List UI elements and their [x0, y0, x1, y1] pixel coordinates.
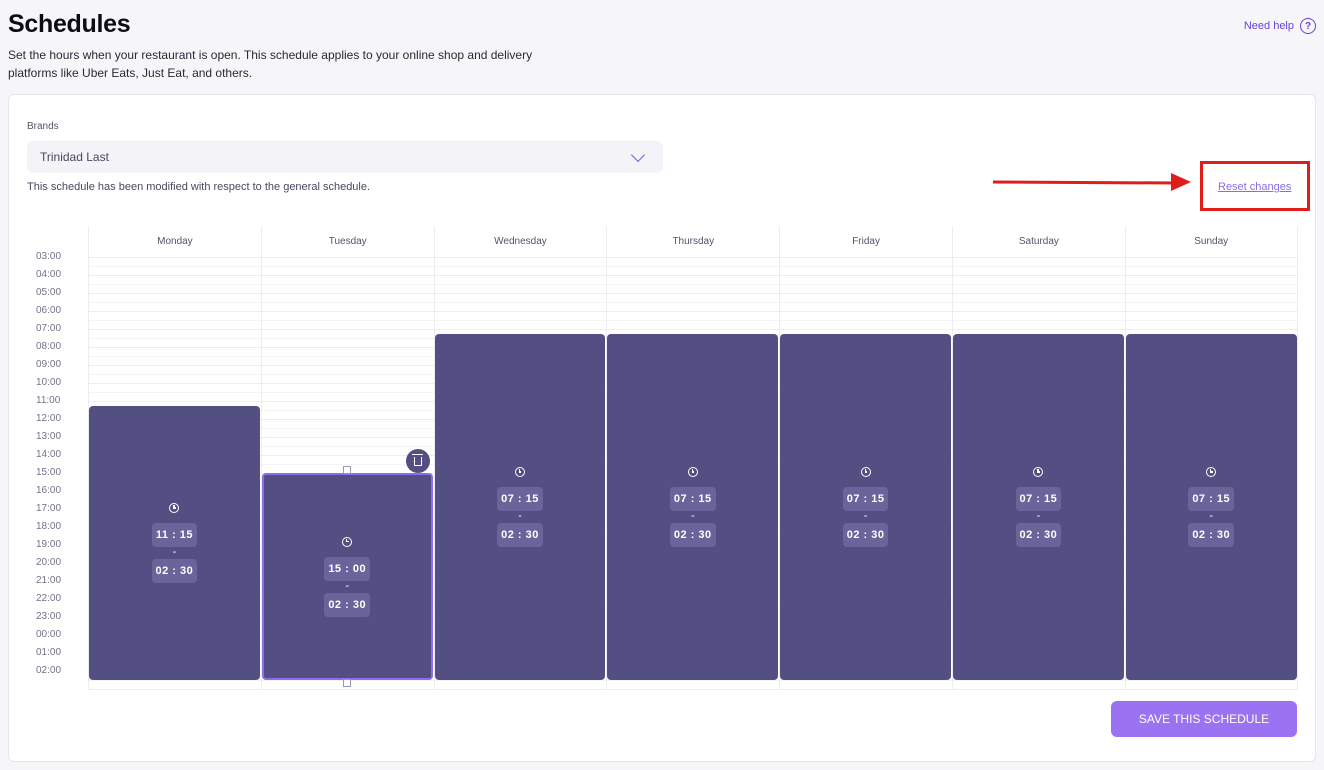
hour-label: 02:00: [36, 665, 62, 676]
time-separator: -: [690, 509, 695, 522]
hour-label: 10:00: [36, 377, 62, 388]
time-separator: -: [518, 509, 522, 522]
time-separator: -: [345, 579, 350, 592]
annotation-highlight-box: [1200, 161, 1310, 211]
page-title: Schedules: [8, 10, 131, 38]
hour-label: 05:00: [36, 287, 62, 298]
day-header: Tuesday: [328, 236, 367, 247]
hour-label: 22:00: [36, 593, 62, 604]
day-header: Sunday: [1194, 236, 1229, 247]
brand-select-value: Trinidad Last: [40, 150, 109, 164]
slot-end-time[interactable]: 02 : 30: [324, 592, 371, 617]
clock-icon: [514, 466, 525, 477]
hour-label: 15:00: [36, 467, 62, 478]
schedule-card: Brands Trinidad Last This schedule has b…: [8, 94, 1316, 762]
clock-icon: [687, 466, 698, 477]
hour-label: 20:00: [36, 557, 62, 568]
hour-label: 06:00: [36, 305, 62, 316]
slot-start-time[interactable]: 07 : 15: [669, 486, 716, 511]
time-separator: -: [1209, 509, 1214, 522]
hour-label: 13:00: [36, 431, 62, 442]
day-header: Friday: [852, 236, 880, 247]
slot-end-time[interactable]: 02 : 30: [151, 558, 198, 583]
page-description: Set the hours when your restaurant is op…: [8, 48, 533, 80]
hour-label: 11:00: [36, 395, 61, 406]
hour-label: 16:00: [36, 485, 62, 496]
schedule-slot-tuesday[interactable]: 15 : 00-02 : 30: [261, 473, 433, 680]
slot-start-time[interactable]: 07 : 15: [497, 486, 543, 511]
slot-start-time[interactable]: 07 : 15: [1015, 486, 1062, 511]
need-help-link[interactable]: Need help ?: [1244, 18, 1316, 34]
slot-end-time[interactable]: 02 : 30: [1188, 522, 1235, 547]
hour-label: 03:00: [36, 251, 62, 262]
hour-gridline: [88, 689, 1298, 690]
clock-icon: [1033, 466, 1044, 477]
slot-start-time[interactable]: 15 : 00: [324, 556, 371, 581]
clock-icon: [342, 536, 353, 547]
day-header: Wednesday: [494, 236, 547, 247]
modified-notice: This schedule has been modified with res…: [27, 181, 371, 193]
hour-label: 00:00: [36, 629, 62, 640]
slot-end-time[interactable]: 02 : 30: [842, 522, 889, 547]
clock-icon: [860, 466, 871, 477]
hour-label: 18:00: [36, 521, 62, 532]
day-header: Saturday: [1018, 236, 1059, 247]
hour-label: 07:00: [36, 323, 62, 334]
slot-start-time[interactable]: 07 : 15: [1188, 486, 1235, 511]
resize-handle-bottom[interactable]: [343, 679, 352, 687]
hour-label: 19:00: [36, 539, 62, 550]
hour-label: 23:00: [36, 611, 62, 622]
day-header: Monday: [157, 236, 193, 247]
hour-label: 04:00: [36, 269, 62, 280]
schedule-slot-sunday[interactable]: 07 : 15-02 : 30: [1125, 333, 1297, 680]
slot-end-time[interactable]: 02 : 30: [669, 522, 716, 547]
chevron-down-icon: [630, 147, 646, 163]
question-circle-icon: ?: [1300, 18, 1316, 34]
slot-end-time[interactable]: 02 : 30: [1015, 522, 1062, 547]
slot-start-time[interactable]: 07 : 15: [842, 486, 889, 511]
clock-icon: [1206, 466, 1217, 477]
time-separator: -: [1036, 509, 1041, 522]
schedule-slot-thursday[interactable]: 07 : 15-02 : 30: [607, 333, 779, 680]
time-separator: -: [863, 509, 868, 522]
schedule-slot-friday[interactable]: 07 : 15-02 : 30: [780, 333, 951, 680]
hour-label: 01:00: [36, 647, 62, 658]
brand-select[interactable]: Trinidad Last: [27, 141, 663, 173]
hour-label: 21:00: [36, 575, 62, 586]
hour-label: 09:00: [36, 359, 62, 370]
hour-label: 17:00: [36, 503, 62, 514]
resize-handle-top[interactable]: [343, 466, 352, 474]
slot-start-time[interactable]: 11 : 15: [151, 522, 197, 547]
hour-label: 14:00: [36, 449, 62, 460]
week-grid: Monday Tuesday Wednesday Thursday Friday Satu…: [88, 226, 1298, 690]
time-separator: -: [172, 545, 177, 558]
schedule-slot-saturday[interactable]: 07 : 15-02 : 30: [953, 333, 1124, 680]
annotation-arrow-head: [1171, 173, 1191, 191]
hour-label: 12:00: [36, 413, 62, 424]
clock-icon: [169, 502, 180, 513]
slot-end-time[interactable]: 02 : 30: [497, 522, 543, 547]
need-help-label: Need help: [1243, 20, 1294, 32]
schedule-slot-wednesday[interactable]: 07 : 15-02 : 30: [434, 333, 606, 680]
trash-icon[interactable]: [405, 449, 430, 473]
hour-label: 08:00: [36, 341, 62, 352]
save-schedule-button[interactable]: SAVE THIS SCHEDULE: [1111, 701, 1297, 737]
schedule-slot-monday[interactable]: 11 : 15-02 : 30: [89, 405, 260, 680]
brands-label: Brands: [27, 121, 59, 132]
day-header: Thursday: [672, 236, 715, 247]
annotation-arrow-line: [992, 180, 1176, 185]
